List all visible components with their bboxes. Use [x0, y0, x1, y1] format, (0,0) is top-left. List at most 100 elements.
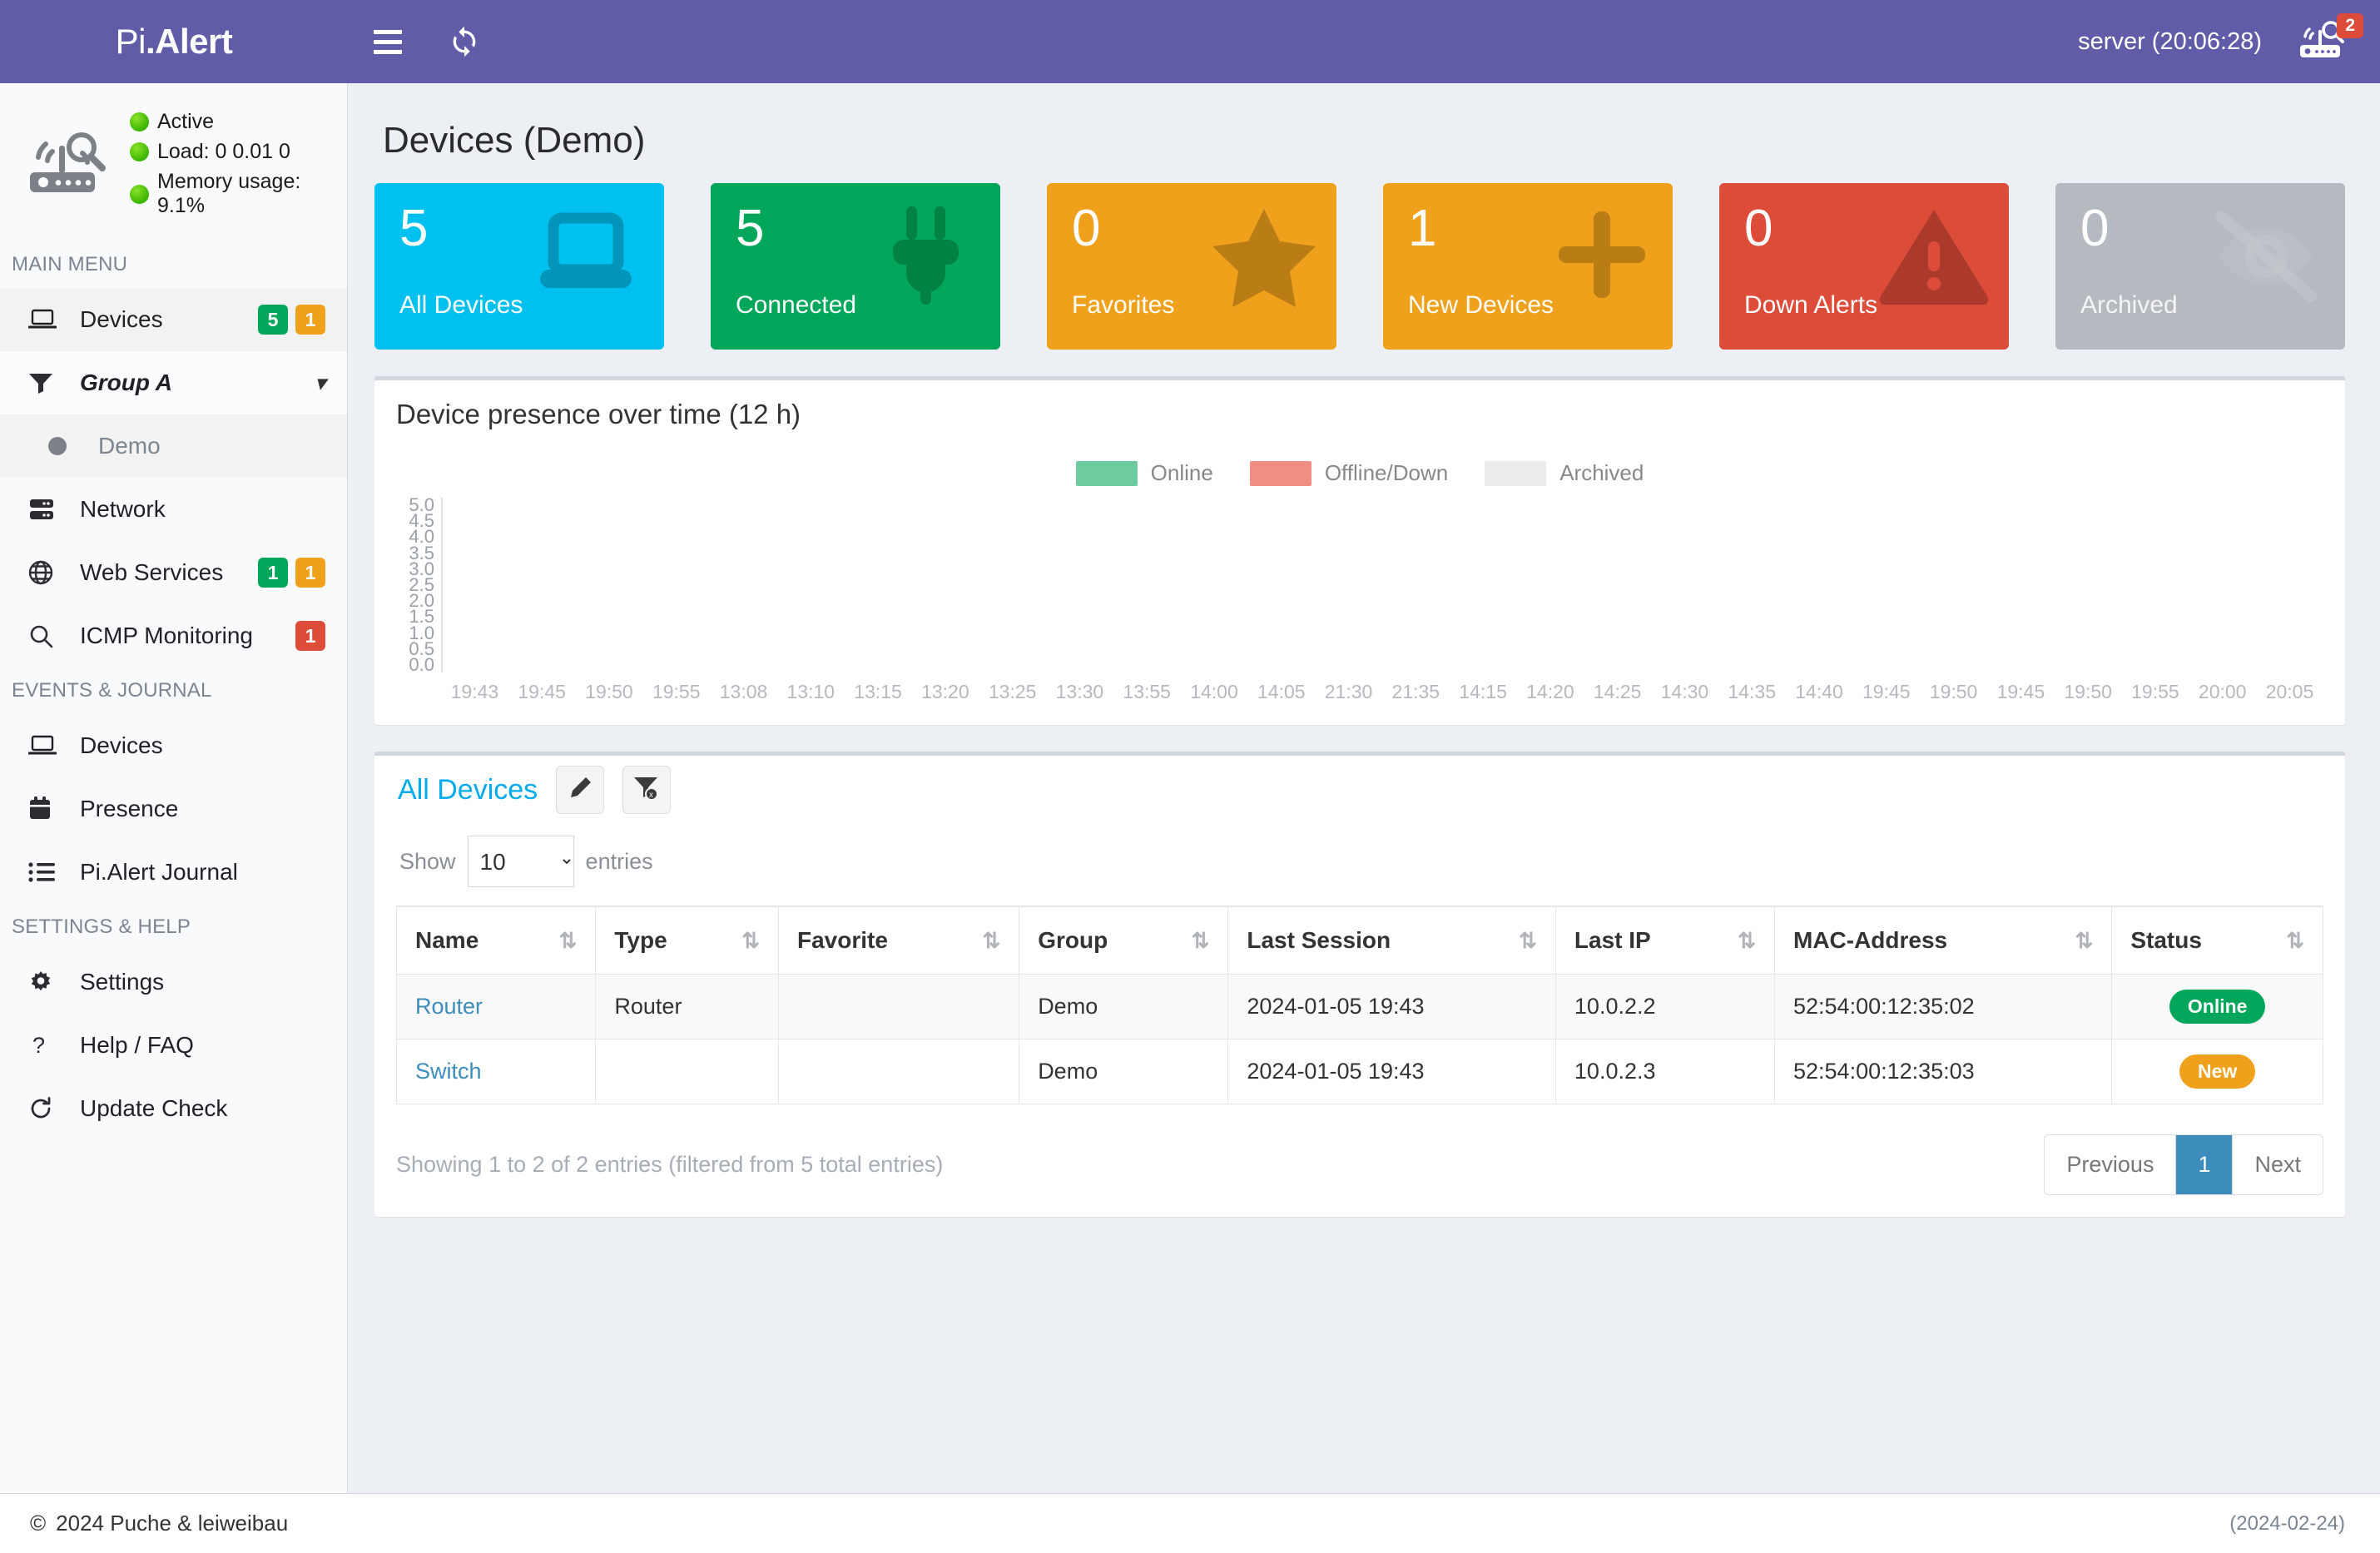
show-prefix-label: Show — [399, 848, 456, 874]
sidebar-item-presence[interactable]: Presence — [0, 777, 347, 841]
sort-both-icon[interactable]: ⇅ — [982, 928, 1000, 954]
refresh-icon[interactable] — [446, 23, 483, 60]
column-header-type[interactable]: Type ⇅ — [595, 906, 779, 975]
filter-remove-icon: x — [633, 776, 660, 805]
sidebar-item-help-faq[interactable]: ? Help / FAQ — [0, 1014, 347, 1077]
stat-card-archived[interactable]: 0 Archived — [2055, 183, 2345, 350]
sidebar-item-web-services[interactable]: Web Services 1 1 — [0, 541, 347, 604]
page-title: Devices (Demo) — [383, 120, 646, 161]
legend-label: Online — [1150, 460, 1213, 485]
column-header-name[interactable]: Name ⇅ — [395, 906, 597, 975]
pagination-page-1[interactable]: 1 — [2176, 1135, 2234, 1194]
sidebar-item-network[interactable]: Network — [0, 478, 347, 541]
hamburger-icon[interactable] — [369, 23, 406, 60]
sort-both-icon[interactable]: ⇅ — [2286, 928, 2304, 954]
sidebar-item-label: Devices — [80, 306, 163, 332]
sidebar-item-update-check[interactable]: Update Check — [0, 1077, 347, 1140]
pagination-next[interactable]: Next — [2233, 1135, 2323, 1194]
badge-red: 1 — [295, 621, 325, 651]
cell-name[interactable]: Router — [395, 974, 597, 1039]
chevron-down-icon[interactable]: ▾ — [315, 371, 325, 395]
clear-filter-button[interactable]: x — [622, 766, 672, 814]
stat-card-label: New Devices — [1408, 291, 1554, 319]
sidebar-item-demo[interactable]: Demo — [0, 414, 347, 478]
eye-slash-icon — [2206, 205, 2327, 309]
sidebar-item-settings[interactable]: Settings — [0, 950, 347, 1014]
stat-card-new-devices[interactable]: 1 New Devices — [1383, 183, 1673, 350]
sidebar-item-group-a[interactable]: Group A ▾ — [0, 351, 347, 414]
devices-table-header-row: Name ⇅ Type ⇅ Favorite ⇅ Group ⇅ Last Session ⇅ La… — [395, 906, 2323, 975]
cell-name-value[interactable]: Switch — [415, 1059, 482, 1084]
brand-logo-text: Pi.Alert — [116, 22, 233, 62]
status-badge: New — [2179, 1054, 2256, 1089]
chart-x-tick: 19:50 — [2064, 681, 2112, 702]
legend-swatch-archived — [1485, 460, 1547, 486]
footer-copyright: 2024 Puche & leiweibau — [56, 1511, 289, 1536]
sidebar-item-journal[interactable]: Pi.Alert Journal — [0, 841, 347, 904]
chart-x-tick: 21:30 — [1324, 681, 1373, 702]
column-header-last-session[interactable]: Last Session ⇅ — [1227, 906, 1556, 975]
brand-logo[interactable]: Pi.Alert — [0, 0, 348, 83]
chart-legend: Online Offline/Down Archived — [396, 452, 2323, 498]
sidebar-item-devices[interactable]: Devices 5 1 — [0, 288, 347, 351]
sidebar-item-events-devices[interactable]: Devices — [0, 714, 347, 777]
sort-both-icon[interactable]: ⇅ — [1192, 928, 1210, 954]
edit-button[interactable] — [556, 766, 605, 814]
gear-icon — [28, 970, 62, 995]
table-row[interactable]: Switch Demo 2024-01-05 19:43 10.0.2.3 52:54:… — [395, 1039, 2323, 1104]
sort-both-icon[interactable]: ⇅ — [2075, 928, 2094, 954]
cell-name-value[interactable]: Router — [415, 994, 483, 1019]
stat-card-connected[interactable]: 5 Connected — [711, 183, 1000, 350]
chart-x-tick: 19:50 — [1929, 681, 1978, 702]
sort-desc-icon[interactable]: ⇅ — [741, 928, 760, 954]
chart-x-tick: 14:40 — [1795, 681, 1843, 702]
sort-desc-icon[interactable]: ⇅ — [559, 928, 578, 954]
chart-box-body: Online Offline/Down Archived 5.0 4.5 4.0 3.… — [374, 445, 2345, 725]
column-header-favorite[interactable]: Favorite ⇅ — [777, 906, 1020, 975]
cell-group: Demo — [1019, 1039, 1229, 1104]
column-header-last-ip[interactable]: Last IP ⇅ — [1554, 906, 1776, 975]
sidebar-devices-badges: 5 1 — [258, 305, 325, 335]
column-header-mac-address[interactable]: MAC-Address ⇅ — [1773, 906, 2113, 975]
status-dot-icon — [130, 184, 149, 204]
warning-icon — [1878, 205, 1991, 309]
sidebar-web-services-badges: 1 1 — [258, 558, 325, 588]
main-content: Devices (Demo) 5 All Devices 5 Connected… — [348, 83, 2380, 1493]
sort-both-icon[interactable]: ⇅ — [1519, 928, 1537, 954]
show-entries-row: Show 102550100 entries — [399, 836, 2323, 887]
legend-item-offline[interactable]: Offline/Down — [1249, 460, 1448, 486]
chart-x-tick: 13:08 — [719, 681, 768, 702]
sidebar-item-icmp-monitoring[interactable]: ICMP Monitoring 1 — [0, 604, 347, 667]
cell-mac-address: 52:54:00:12:35:02 — [1773, 974, 2113, 1039]
cell-name[interactable]: Switch — [395, 1039, 597, 1104]
chart-x-tick: 13:10 — [786, 681, 835, 702]
brand-prefix: Pi — [115, 22, 146, 61]
column-header-group[interactable]: Group ⇅ — [1019, 906, 1229, 975]
status-badge: Online — [2169, 990, 2266, 1024]
legend-item-online[interactable]: Online — [1075, 460, 1213, 486]
table-row[interactable]: Router Router Demo 2024-01-05 19:43 10.0.2.2… — [395, 974, 2323, 1039]
column-header-label: Status — [2130, 927, 2202, 953]
stat-card-down-alerts[interactable]: 0 Down Alerts — [1719, 183, 2009, 350]
cell-group: Demo — [1019, 974, 1229, 1039]
notifications-button[interactable]: 2 — [2293, 13, 2363, 65]
badge-green: 1 — [258, 558, 288, 588]
chart-x-tick: 20:05 — [2265, 681, 2314, 702]
footer-version: (2024-02-24) — [2229, 1511, 2345, 1535]
sort-both-icon[interactable]: ⇅ — [1738, 928, 1756, 954]
navbar: server (20:06:28) 2 — [348, 0, 2380, 83]
chart-y-axis: 5.0 4.5 4.0 3.5 3.0 2.5 2.0 1.5 1.0 0.5 0.0 — [396, 495, 441, 673]
devices-table-toolbar: All Devices x — [396, 762, 2323, 822]
stat-card-favorites[interactable]: 0 Favorites — [1047, 183, 1336, 350]
star-icon — [1210, 205, 1318, 313]
column-header-status[interactable]: Status ⇅ — [2111, 906, 2323, 975]
legend-item-archived[interactable]: Archived — [1485, 460, 1644, 486]
chart-x-tick: 14:05 — [1257, 681, 1306, 702]
pagination-previous[interactable]: Previous — [2045, 1135, 2177, 1194]
stat-card-label: All Devices — [399, 291, 523, 319]
laptop-icon — [28, 734, 62, 757]
stat-card-all-devices[interactable]: 5 All Devices — [374, 183, 664, 350]
show-entries-select[interactable]: 102550100 — [467, 836, 574, 887]
sidebar-section-main: MAIN MENU — [12, 253, 128, 275]
plus-icon — [1550, 205, 1654, 309]
